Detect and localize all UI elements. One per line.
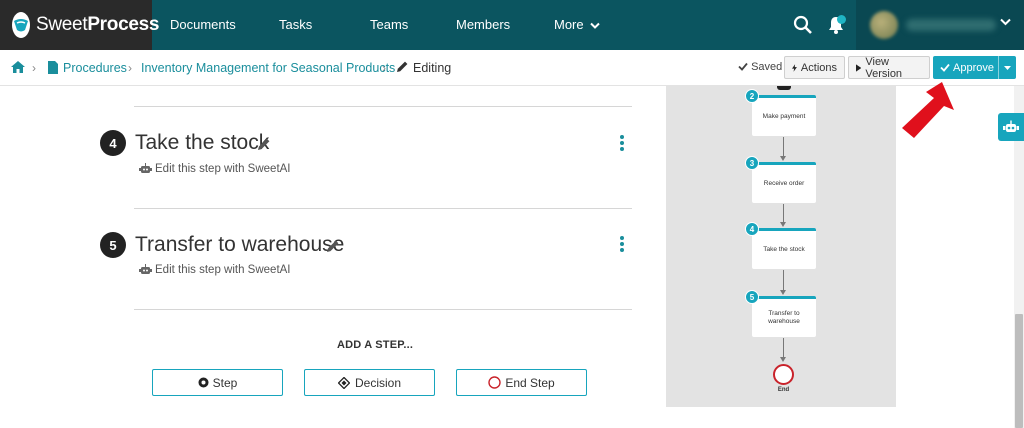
avatar xyxy=(870,11,898,39)
nav-tasks[interactable]: Tasks xyxy=(279,0,312,50)
logo-text: SweetProcess xyxy=(36,14,160,35)
add-end-step-button[interactable]: End Step xyxy=(456,369,587,396)
chevron-down-icon xyxy=(590,22,600,29)
flowchart-arrowhead xyxy=(780,357,786,362)
check-icon xyxy=(738,62,748,71)
app-logo[interactable]: SweetProcess xyxy=(0,0,159,50)
flowchart-node[interactable]: Make payment xyxy=(752,95,816,136)
nav-documents[interactable]: Documents xyxy=(170,0,236,50)
approve-button[interactable]: Approve xyxy=(933,56,1016,79)
flowchart-node[interactable]: Transfer to warehouse xyxy=(752,296,816,337)
chevron-down-icon[interactable] xyxy=(1000,18,1011,26)
robot-icon xyxy=(139,264,152,274)
edit-with-ai-label: Edit this step with SweetAI xyxy=(155,264,291,276)
add-step-button[interactable]: Step xyxy=(152,369,283,396)
flowchart-connector xyxy=(783,137,784,157)
circle-icon xyxy=(488,376,502,389)
add-step-heading: ADD A STEP... xyxy=(337,339,414,351)
breadcrumb-separator: › xyxy=(128,61,132,75)
actions-label: Actions xyxy=(800,61,837,74)
robot-icon xyxy=(139,163,152,173)
add-decision-label: Decision xyxy=(354,375,402,390)
add-end-step-label: End Step xyxy=(505,375,555,390)
view-version-button[interactable]: View Version xyxy=(848,55,930,80)
edit-with-ai-link[interactable]: Edit this step with SweetAI xyxy=(139,163,291,175)
saved-label: Saved xyxy=(751,61,783,73)
flowchart-end-label: End xyxy=(777,387,790,393)
flowchart-node-number: 4 xyxy=(745,222,759,236)
breadcrumb-editing: Editing xyxy=(413,61,452,75)
scrollbar-thumb[interactable] xyxy=(1015,314,1023,428)
flowchart-panel: Make payment 2 Receive order 3 Take the … xyxy=(666,86,896,407)
caret-down-icon xyxy=(1004,65,1011,70)
breadcrumb-separator: › xyxy=(32,61,36,75)
saved-status: Saved xyxy=(738,61,782,73)
add-decision-button[interactable]: Decision xyxy=(304,369,435,396)
step-title[interactable]: Take the stock xyxy=(135,131,269,155)
sweetai-assistant-tab[interactable] xyxy=(998,113,1024,141)
breadcrumb-document[interactable]: Inventory Management for Seasonal Produc… xyxy=(141,61,395,75)
breadcrumb-separator: › xyxy=(382,61,386,75)
play-icon xyxy=(856,63,862,72)
robot-icon xyxy=(1003,120,1019,132)
flowchart-node-number: 3 xyxy=(745,156,759,170)
flowchart-node[interactable]: Receive order xyxy=(752,162,816,203)
diamond-icon xyxy=(337,376,350,389)
annotation-arrow-icon xyxy=(902,82,954,138)
pencil-icon[interactable] xyxy=(326,239,340,253)
document-icon xyxy=(48,61,58,74)
nav-teams[interactable]: Teams xyxy=(370,0,408,50)
step-number-badge: 5 xyxy=(100,232,126,258)
breadcrumb-procedures[interactable]: Procedures xyxy=(63,61,127,75)
top-navbar: SweetProcess Documents Tasks Teams Membe… xyxy=(0,0,1024,50)
flowchart-previous-node-edge xyxy=(777,86,791,90)
flowchart-connector xyxy=(783,270,784,291)
logo-mark-icon xyxy=(12,12,30,38)
flowchart-node[interactable]: Take the stock xyxy=(752,228,816,269)
flowchart-end-node[interactable] xyxy=(773,364,794,385)
step-number-badge: 4 xyxy=(100,130,126,156)
actions-button[interactable]: Actions xyxy=(784,56,845,79)
kebab-icon[interactable] xyxy=(620,135,624,153)
view-version-label: View Version xyxy=(865,55,903,80)
flowchart-node-number: 5 xyxy=(745,290,759,304)
flowchart-connector xyxy=(783,204,784,223)
pencil-icon[interactable] xyxy=(257,137,271,151)
step-divider xyxy=(134,106,632,107)
edit-with-ai-link[interactable]: Edit this step with SweetAI xyxy=(139,264,291,276)
flowchart-node-number: 2 xyxy=(745,89,759,103)
breadcrumb-bar: › Procedures › Inventory Management for … xyxy=(0,50,1024,86)
nav-members[interactable]: Members xyxy=(456,0,510,50)
nav-more[interactable]: More xyxy=(554,0,600,50)
user-menu[interactable] xyxy=(856,0,1024,50)
pencil-icon xyxy=(397,61,408,72)
add-step-label: Step xyxy=(212,375,238,390)
step-divider xyxy=(134,309,632,310)
flowchart-arrowhead xyxy=(780,156,786,161)
approve-label: Approve xyxy=(953,61,994,74)
lightning-icon xyxy=(792,63,797,72)
user-name-redacted xyxy=(906,19,996,31)
flowchart-arrowhead xyxy=(780,290,786,295)
check-icon xyxy=(940,63,950,72)
notification-badge xyxy=(837,15,846,24)
home-icon[interactable] xyxy=(11,61,25,73)
step-title[interactable]: Transfer to warehouse xyxy=(135,233,344,257)
kebab-icon[interactable] xyxy=(620,236,624,254)
approve-dropdown-toggle[interactable] xyxy=(998,56,1016,79)
nav-more-label: More xyxy=(554,17,584,32)
flowchart-connector xyxy=(783,338,784,358)
flowchart-arrowhead xyxy=(780,222,786,227)
search-icon[interactable] xyxy=(792,14,814,36)
record-icon xyxy=(198,377,209,388)
edit-with-ai-label: Edit this step with SweetAI xyxy=(155,163,291,175)
step-divider xyxy=(134,208,632,209)
